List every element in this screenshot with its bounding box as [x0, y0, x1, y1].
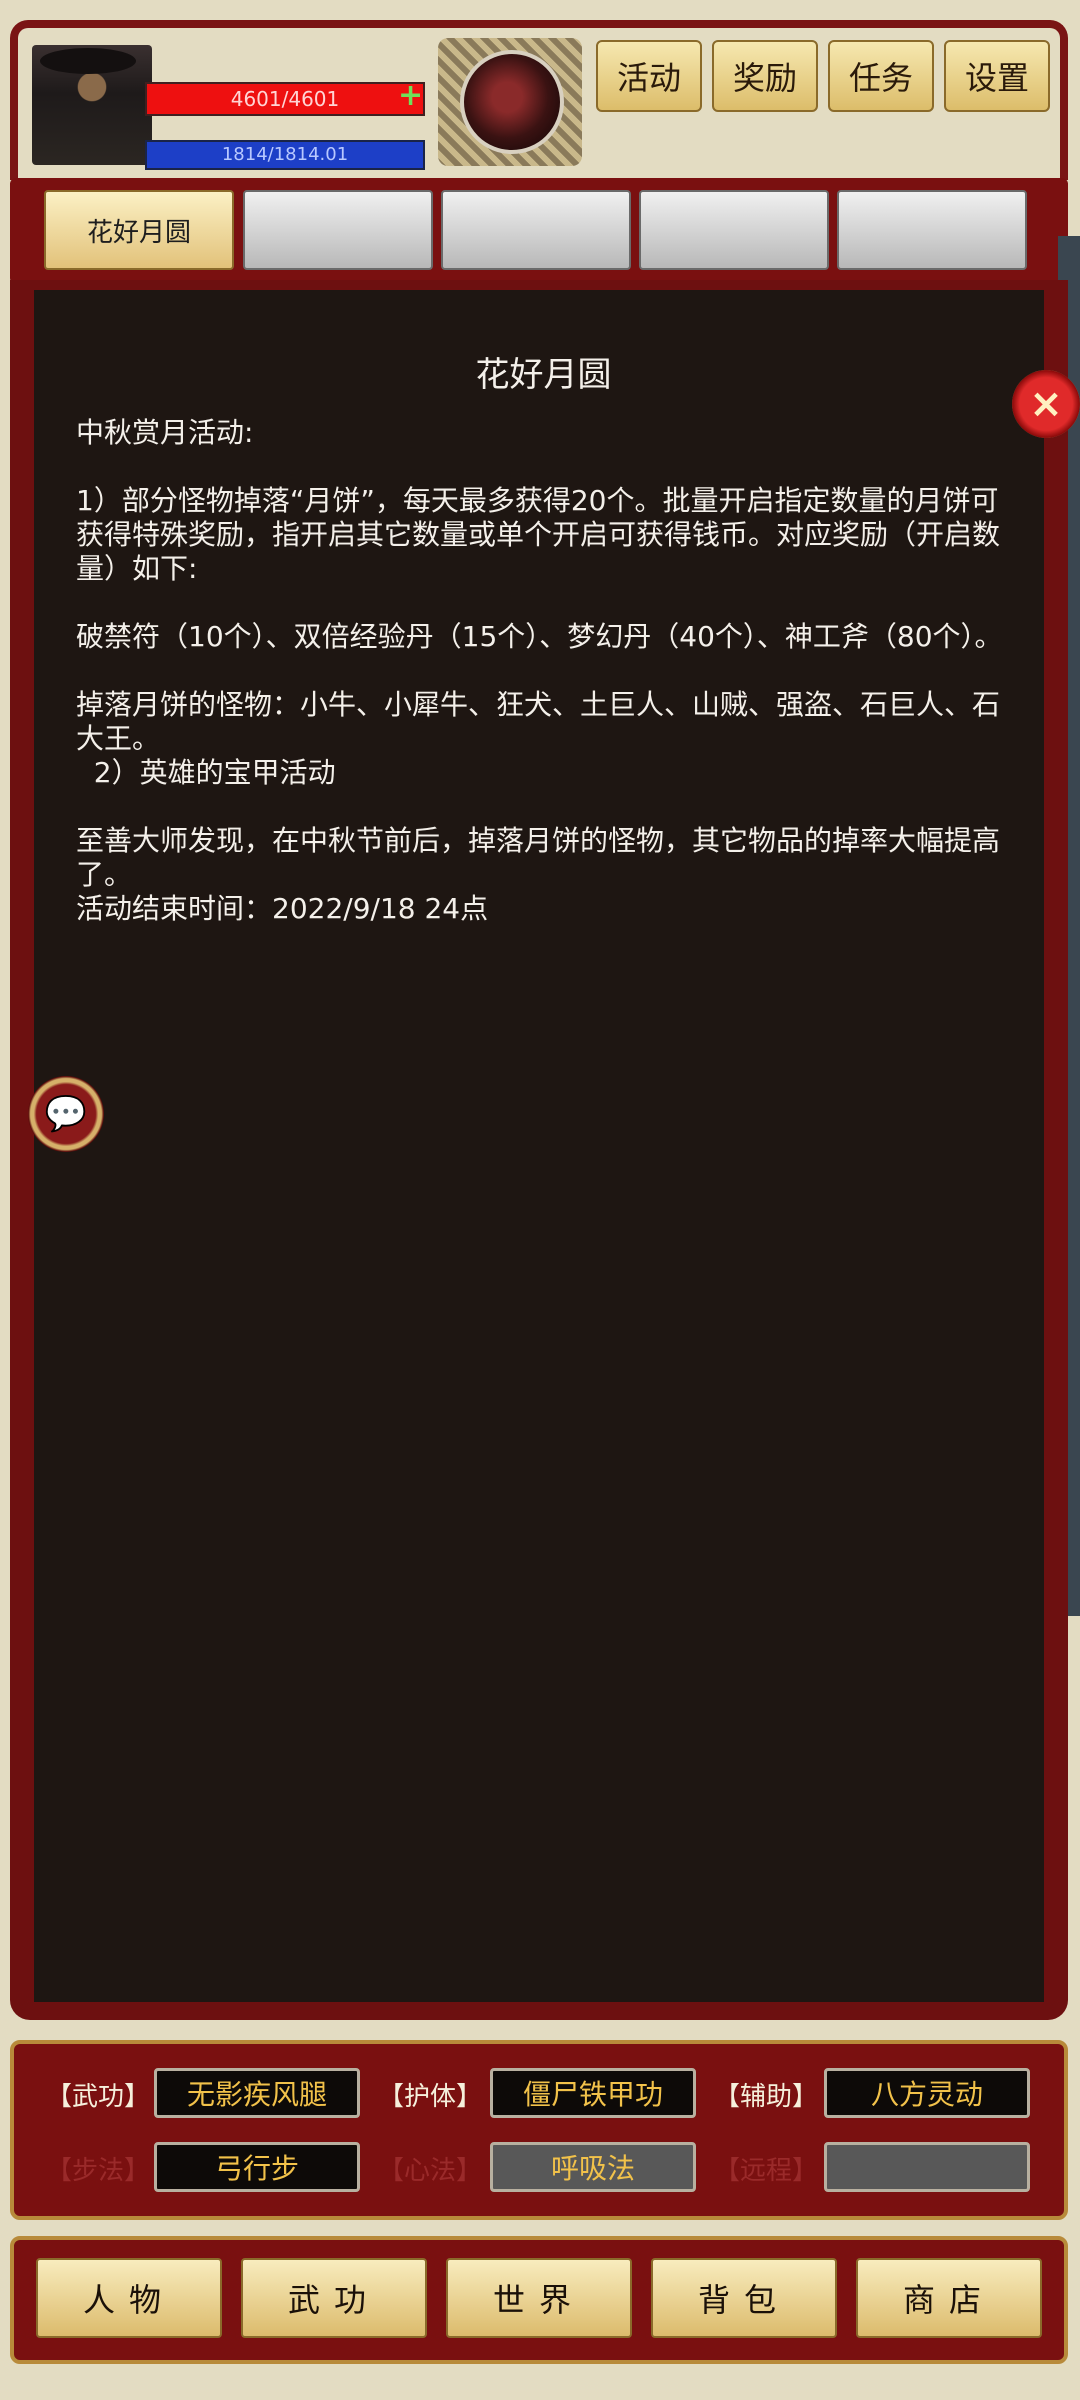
hp-bar: 4601/4601 [145, 82, 425, 116]
event-end-time: 活动结束时间：2022/9/18 24点 [76, 892, 489, 925]
event-line: 掉落月饼的怪物：小牛、小犀牛、狂犬、土巨人、山贼、强盗、石巨人、石大王。 [76, 688, 1001, 755]
settings-button[interactable]: 设置 [944, 40, 1050, 112]
nav-world-button[interactable]: 世界 [446, 2258, 632, 2338]
hp-plus-icon[interactable]: + [398, 81, 424, 112]
nav-character-button[interactable]: 人物 [36, 2258, 222, 2338]
skill-label-martial: 【武功】 [46, 2082, 151, 2112]
tab-empty-2[interactable] [243, 190, 433, 270]
chat-icon[interactable]: 💬 [28, 1076, 104, 1152]
tab-empty-4[interactable] [639, 190, 829, 270]
tab-mid-autumn[interactable]: 花好月圆 [44, 190, 234, 270]
skill-slot-ranged[interactable] [824, 2142, 1030, 2192]
skill-slot-body[interactable]: 僵尸铁甲功 [490, 2068, 696, 2118]
skill-slot-step[interactable]: 弓行步 [154, 2142, 360, 2192]
skill-label-assist: 【辅助】 [714, 2082, 819, 2112]
event-line: 至善大师发现，在中秋节前后，掉落月饼的怪物，其它物品的掉率大幅提高了。 [76, 824, 1001, 891]
skill-label-ranged: 【远程】 [714, 2156, 819, 2186]
skill-orb-icon[interactable] [460, 50, 564, 154]
event-line: 中秋赏月活动: [76, 416, 254, 449]
skills-panel [10, 2040, 1068, 2220]
reward-button[interactable]: 奖励 [712, 40, 818, 112]
task-button[interactable]: 任务 [828, 40, 934, 112]
skill-slot-martial[interactable]: 无影疾风腿 [154, 2068, 360, 2118]
event-content: 花好月圆 中秋赏月活动: 1）部分怪物掉落“月饼”，每天最多获得20个。批量开启… [76, 358, 1011, 960]
skill-label-mind: 【心法】 [378, 2156, 483, 2186]
skill-slot-mind[interactable]: 呼吸法 [490, 2142, 696, 2192]
event-title: 花好月圆 [475, 355, 612, 395]
skill-slot-assist[interactable]: 八方灵动 [824, 2068, 1030, 2118]
tab-empty-5[interactable] [837, 190, 1027, 270]
close-icon[interactable]: × [1012, 370, 1080, 438]
tab-empty-3[interactable] [441, 190, 631, 270]
avatar-hat [40, 48, 136, 74]
skill-label-body: 【护体】 [378, 2082, 483, 2112]
event-line: 1）部分怪物掉落“月饼”，每天最多获得20个。批量开启指定数量的月饼可获得特殊奖… [76, 484, 1001, 585]
nav-martial-button[interactable]: 武功 [241, 2258, 427, 2338]
event-line: 破禁符（10个）、双倍经验丹（15个）、梦幻丹（40个）、神工斧（80个）。 [76, 620, 1003, 653]
event-line: 2）英雄的宝甲活动 [76, 756, 336, 789]
mp-bar: 1814/1814.01 [145, 140, 425, 170]
nav-shop-button[interactable]: 商店 [856, 2258, 1042, 2338]
activity-button[interactable]: 活动 [596, 40, 702, 112]
skill-label-step: 【步法】 [46, 2156, 151, 2186]
nav-bag-button[interactable]: 背包 [651, 2258, 837, 2338]
